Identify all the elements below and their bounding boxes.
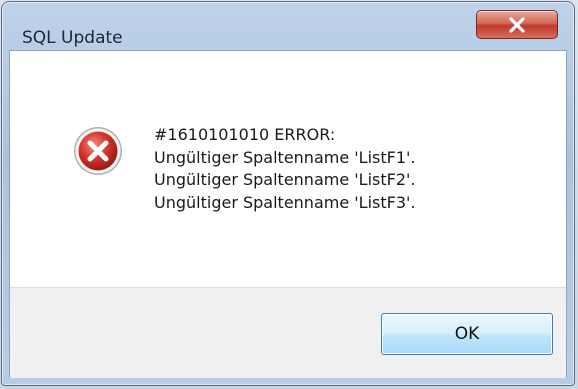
error-icon [72,125,124,177]
title-bar[interactable]: SQL Update [2,2,574,50]
dialog-window: SQL Update #1610101010 ERROR: Ungültiger… [1,1,575,386]
window-title: SQL Update [22,28,123,48]
message-area: #1610101010 ERROR: Ungültiger Spaltennam… [10,51,566,287]
ok-button[interactable]: OK [381,313,553,355]
error-detail-line: Ungültiger Spaltenname 'ListF3'. [154,192,416,212]
close-icon [508,16,526,33]
desktop-background: SQL Update #1610101010 ERROR: Ungültiger… [0,0,578,389]
close-button[interactable] [476,10,558,39]
error-detail-line: Ungültiger Spaltenname 'ListF2'. [154,170,416,189]
error-message: #1610101010 ERROR: Ungültiger Spaltennam… [154,124,416,214]
error-detail-line: Ungültiger Spaltenname 'ListF1'. [154,147,416,167]
error-code-line: #1610101010 ERROR: [154,125,336,144]
dialog-client-area: #1610101010 ERROR: Ungültiger Spaltennam… [9,50,567,378]
